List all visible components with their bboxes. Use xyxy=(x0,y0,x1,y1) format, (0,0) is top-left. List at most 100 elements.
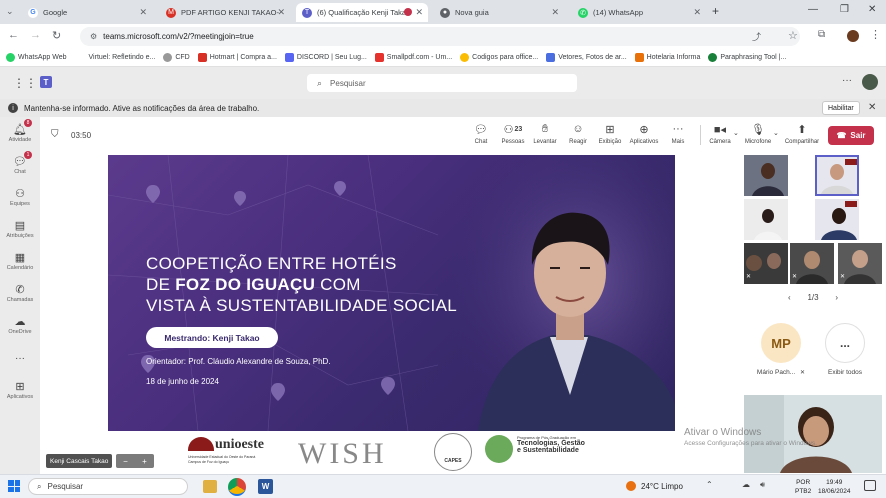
chevron-left-icon[interactable]: ‹ xyxy=(788,293,791,302)
teams-logo-icon[interactable]: T xyxy=(40,76,52,88)
chrome-taskbar-icon[interactable] xyxy=(228,478,246,496)
share-button[interactable]: ⬆ Compartilhar xyxy=(785,122,819,146)
maximize-window-button[interactable]: ❐ xyxy=(840,4,849,15)
browser-tab-new[interactable]: ● Nova guia ✕ xyxy=(434,3,564,22)
bookmark-codigos[interactable]: Codigos para office... xyxy=(460,53,538,62)
more-options-icon[interactable]: ··· xyxy=(842,75,852,86)
taskbar-search[interactable]: ⌕ Pesquisar xyxy=(28,478,188,495)
forward-icon[interactable]: → xyxy=(30,29,41,41)
close-icon[interactable]: ✕ xyxy=(277,7,285,18)
enable-notifications-button[interactable]: Habilitar xyxy=(822,101,860,115)
bookmark-star-icon[interactable]: ☆ xyxy=(788,29,798,42)
bookmark-whatsapp[interactable]: WhatsApp Web xyxy=(6,53,67,62)
extensions-icon[interactable]: ⧉ xyxy=(818,29,825,40)
rail-item-onedrive[interactable]: ☁ OneDrive xyxy=(0,312,40,344)
bookmark-vetores[interactable]: Vetores, Fotos de ar... xyxy=(546,53,627,62)
bookmark-hotmart[interactable]: Hotmart | Compra a... xyxy=(197,53,277,62)
participant-video[interactable] xyxy=(815,199,859,240)
participant-tile[interactable]: MP Mário Pach... ✕ xyxy=(756,323,806,376)
start-square xyxy=(14,480,20,486)
rail-item-activity[interactable]: 🔔︎ 8 Atividade xyxy=(0,119,40,152)
minimize-window-button[interactable]: — xyxy=(808,4,818,15)
browser-menu-icon[interactable]: ⋮ xyxy=(870,28,881,41)
close-icon[interactable]: ✕ xyxy=(693,7,701,18)
zoom-control[interactable]: − + xyxy=(116,454,154,468)
tray-chevron-icon[interactable]: ⌃ xyxy=(706,480,713,489)
pager: ‹ 1/3 › xyxy=(788,293,838,302)
app-launcher-icon[interactable]: ⋮⋮ xyxy=(13,76,37,90)
participant-video[interactable]: ✕ xyxy=(790,243,834,284)
tab-search-icon[interactable]: ⌄ xyxy=(6,6,18,18)
close-icon[interactable]: ✕ xyxy=(415,7,423,18)
url-field[interactable]: ⚙ teams.microsoft.com/v2/?meetingjoin=tr… xyxy=(80,27,800,46)
camera-icon: ■◂ xyxy=(713,123,727,136)
user-avatar[interactable] xyxy=(862,74,878,90)
bookmark-label: Hotelaria Informa xyxy=(646,54,701,61)
weather-widget[interactable]: 24°C Limpo xyxy=(626,481,683,491)
start-button-icon[interactable] xyxy=(8,480,20,492)
clock[interactable]: 19:49 18/06/2024 xyxy=(818,478,851,496)
bookmark-discord[interactable]: DISCORD | Seu Lug... xyxy=(284,53,367,62)
chat-button[interactable]: 💬︎ Chat xyxy=(466,122,496,146)
phone-icon: ✆ xyxy=(15,283,25,296)
wish-logo: WISH xyxy=(298,437,387,470)
chevron-down-icon[interactable]: ⌄ xyxy=(733,129,739,137)
view-button[interactable]: ⊞ Exibição xyxy=(595,122,625,146)
volume-icon[interactable]: 🔊︎ xyxy=(760,480,765,490)
people-button[interactable]: ⚇ 23 Pessoas xyxy=(498,122,528,146)
apps-button[interactable]: ⊕ Aplicativos xyxy=(629,122,659,146)
bookmark-paraphrasing[interactable]: Paraphrasing Tool |... xyxy=(708,53,786,62)
bookmark-hotelaria[interactable]: Hotelaria Informa xyxy=(634,53,701,62)
slide-title-line1: COOPETIÇÃO ENTRE HOTÉIS xyxy=(146,254,397,273)
bookmark-label: Vetores, Fotos de ar... xyxy=(558,54,627,61)
participant-video[interactable] xyxy=(744,199,788,240)
close-window-button[interactable]: ✕ xyxy=(868,4,876,15)
close-icon[interactable]: ✕ xyxy=(868,102,876,113)
raise-hand-button[interactable]: ✋︎ Levantar xyxy=(530,122,560,146)
close-icon[interactable]: ✕ xyxy=(551,7,559,18)
browser-tab-whatsapp[interactable]: ✆ (14) WhatsApp ✕ xyxy=(572,3,706,22)
leave-button[interactable]: ☎ Sair xyxy=(828,126,874,145)
notification-center-icon[interactable] xyxy=(864,480,876,491)
rail-item-teams[interactable]: ⚇ Equipes xyxy=(0,184,40,216)
share-page-icon[interactable]: ⤴ xyxy=(752,30,761,43)
word-taskbar-icon[interactable]: W xyxy=(258,479,273,494)
language-indicator[interactable]: POR PTB2 xyxy=(795,478,811,496)
rail-item-calendar[interactable]: ▦ Calendário xyxy=(0,248,40,280)
hotelaria-icon xyxy=(634,53,644,62)
chevron-right-icon[interactable]: › xyxy=(835,293,838,302)
network-icon[interactable]: ☁ xyxy=(742,480,750,489)
rail-item-assignments[interactable]: ▤ Atribuições xyxy=(0,216,40,248)
participant-video-active[interactable] xyxy=(815,155,859,196)
more-button[interactable]: ··· Mais xyxy=(663,122,693,145)
rail-item-chat[interactable]: 💬︎ 1 Chat xyxy=(0,151,40,184)
browser-tab-google[interactable]: G Google ✕ xyxy=(22,3,152,22)
zoom-in-icon[interactable]: + xyxy=(142,457,147,466)
watermark-title: Ativar o Windows xyxy=(684,427,762,438)
chevron-down-icon[interactable]: ⌄ xyxy=(773,129,779,137)
site-info-icon[interactable]: ⚙ xyxy=(90,32,97,41)
participant-video[interactable] xyxy=(744,155,788,196)
view-all-tile[interactable]: ... Exibir todos xyxy=(820,323,870,376)
participant-video[interactable]: ✕ xyxy=(744,243,788,284)
task-view-icon[interactable] xyxy=(203,480,217,493)
bookmark-smallpdf[interactable]: Smallpdf.com - Um... xyxy=(374,53,452,62)
zoom-out-icon[interactable]: − xyxy=(123,457,128,466)
camera-button[interactable]: ■◂ Câmera xyxy=(705,122,735,146)
microphone-button[interactable]: 🎙︎ Microfone xyxy=(743,122,773,146)
search-input[interactable]: ⌕ Pesquisar xyxy=(307,74,577,92)
new-tab-button[interactable]: + xyxy=(712,4,719,18)
profile-avatar[interactable] xyxy=(847,30,859,42)
close-icon[interactable]: ✕ xyxy=(139,7,147,18)
bookmark-cfd[interactable]: CFD xyxy=(163,53,190,62)
browser-tab-pdf[interactable]: M PDF ARTIGO KENJI TAKAO- Qua ✕ xyxy=(160,3,290,22)
shield-icon[interactable]: ⛉ xyxy=(51,129,59,140)
back-icon[interactable]: ← xyxy=(8,29,19,41)
browser-tab-teams[interactable]: T (6) Qualificação Kenji Takao ✕ xyxy=(296,3,428,22)
rail-item-apps[interactable]: ⊞ Aplicativos xyxy=(0,377,40,409)
react-button[interactable]: ☺ Reagir xyxy=(563,122,593,145)
reload-icon[interactable]: ↻ xyxy=(52,29,61,42)
bookmark-virtuel[interactable]: Virtuel: Refletindo e... xyxy=(89,54,156,61)
participant-video[interactable]: ✕ xyxy=(838,243,882,284)
rail-item-calls[interactable]: ✆ Chamadas xyxy=(0,280,40,312)
